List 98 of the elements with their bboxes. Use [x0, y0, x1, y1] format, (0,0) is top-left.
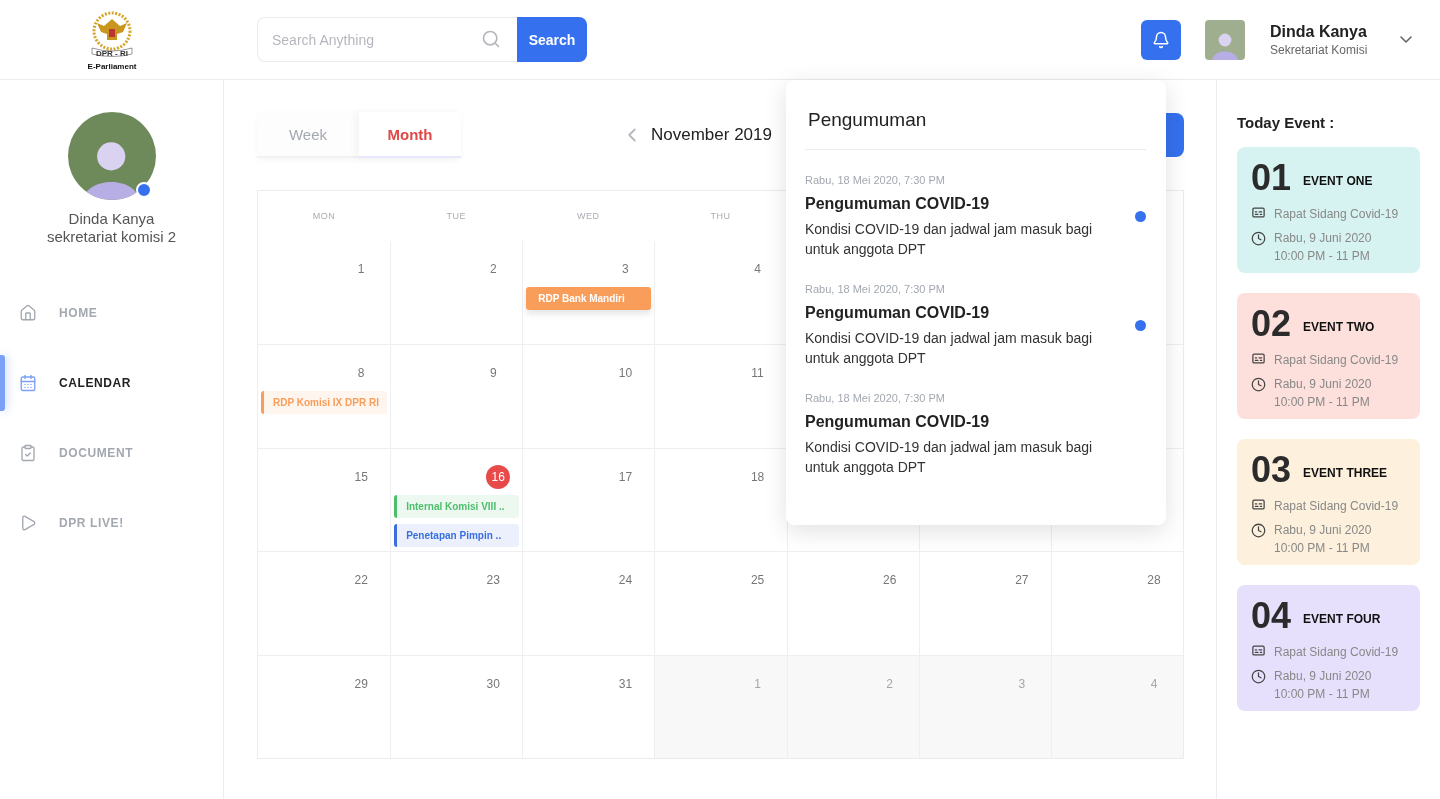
view-tab[interactable]: Week	[257, 112, 359, 158]
text-card-icon	[1251, 351, 1266, 366]
notice-body: Kondisi COVID-19 dan jadwal jam masuk bagi untuk anggota DPT	[805, 220, 1094, 259]
popup-title: Pengumuman	[805, 80, 1146, 150]
clock-icon	[1251, 669, 1266, 684]
chevron-down-icon	[1400, 36, 1412, 43]
notice-title: Pengumuman COVID-19	[805, 413, 991, 431]
date-number[interactable]: 29	[349, 671, 374, 696]
date-number[interactable]: 1	[349, 257, 374, 281]
date-number[interactable]: 23	[481, 568, 506, 593]
text-card-icon	[1251, 643, 1266, 658]
event-title: EVENT TWO	[1303, 320, 1375, 334]
event-time: 10:00 PM - 11 PM	[1274, 540, 1371, 557]
event-card[interactable]: 04 EVENT FOUR Rapat Sidang Covid-19 Rabu, 9 Juni 2020 10:00 PM - 11 PM	[1237, 585, 1420, 711]
date-number[interactable]: 10	[613, 361, 638, 386]
event-title: EVENT FOUR	[1303, 612, 1381, 626]
date-number[interactable]: 2	[481, 257, 506, 281]
notice-body: Kondisi COVID-19 dan jadwal jam masuk bagi untuk anggota DPT	[805, 438, 1094, 477]
date-number[interactable]: 31	[613, 671, 638, 696]
user-menu-button[interactable]	[1400, 36, 1412, 43]
date-number[interactable]: 3	[613, 257, 638, 281]
notice-time: Rabu, 18 Mei 2020, 7:30 PM	[805, 392, 947, 404]
event-date: Rabu, 9 Juni 2020	[1274, 668, 1372, 685]
date-number[interactable]: 9	[481, 361, 506, 386]
event-subject: Rapat Sidang Covid-19	[1274, 644, 1399, 661]
date-number[interactable]: 11	[745, 361, 770, 386]
date-number[interactable]: 4	[745, 257, 770, 281]
date-number[interactable]: 16	[486, 464, 511, 489]
event-time: 10:00 PM - 11 PM	[1274, 686, 1371, 703]
event-date: Rabu, 9 Juni 2020	[1274, 376, 1372, 393]
view-tab[interactable]: Month	[359, 112, 461, 158]
notice-time: Rabu, 18 Mei 2020, 7:30 PM	[805, 174, 947, 186]
event-subject: Rapat Sidang Covid-19	[1274, 352, 1399, 369]
weekday-label: THU	[709, 210, 732, 223]
date-number[interactable]: 25	[745, 568, 770, 593]
event-subject: Rapat Sidang Covid-19	[1274, 498, 1399, 515]
nav-item[interactable]: DPR LIVE!	[0, 495, 223, 551]
weekday-label: MON	[311, 210, 337, 223]
calendar-icon	[19, 374, 37, 392]
user-role: Sekretariat Komisi	[1270, 42, 1369, 57]
date-number[interactable]: 17	[613, 464, 638, 489]
date-number[interactable]: 1	[745, 671, 770, 696]
event-number: 01	[1251, 157, 1292, 199]
today-event-title: Today Event :	[1237, 114, 1336, 131]
event-subject: Rapat Sidang Covid-19	[1274, 206, 1399, 223]
date-number[interactable]: 24	[613, 568, 638, 593]
date-number[interactable]: 3	[1009, 671, 1034, 696]
text-card-icon	[1251, 497, 1266, 512]
notice-body: Kondisi COVID-19 dan jadwal jam masuk bagi untuk anggota DPT	[805, 329, 1094, 368]
profile-name: Dinda Kanya	[68, 210, 155, 227]
date-number[interactable]: 2	[877, 671, 902, 696]
nav-item[interactable]: DOCUMENT	[0, 425, 223, 481]
event-number: 02	[1251, 303, 1292, 345]
home-icon	[19, 304, 37, 322]
event-card[interactable]: 01 EVENT ONE Rapat Sidang Covid-19 Rabu, 9 Juni 2020 10:00 PM - 11 PM	[1237, 147, 1420, 273]
date-number[interactable]: 15	[349, 464, 374, 489]
date-number[interactable]: 27	[1009, 568, 1034, 593]
clock-icon	[1251, 523, 1266, 538]
event-title: EVENT THREE	[1303, 466, 1388, 480]
search-icon	[481, 29, 501, 49]
event-card[interactable]: 03 EVENT THREE Rapat Sidang Covid-19 Rabu, 9 Juni 2020 10:00 PM - 11 PM	[1237, 439, 1420, 565]
event-title: EVENT ONE	[1303, 174, 1373, 188]
play-icon	[19, 514, 37, 532]
date-number[interactable]: 4	[1142, 671, 1166, 696]
bell-icon	[1152, 30, 1170, 49]
notification-button[interactable]	[1141, 19, 1181, 60]
user-name: Dinda Kanya	[1270, 22, 1368, 41]
date-number[interactable]: 28	[1142, 568, 1166, 593]
event-chip[interactable]: Penetapan Pimpin ..	[394, 523, 520, 547]
nav-item[interactable]: CALENDAR	[0, 355, 223, 411]
event-number: 03	[1251, 449, 1292, 491]
event-time: 10:00 PM - 11 PM	[1274, 248, 1371, 265]
logo-text: E-Parliament	[87, 62, 137, 71]
date-number[interactable]: 8	[349, 361, 374, 386]
event-number: 04	[1251, 595, 1292, 637]
clipboard-icon	[19, 444, 37, 462]
nav-item[interactable]: HOME	[0, 285, 223, 341]
notice-time: Rabu, 18 Mei 2020, 7:30 PM	[805, 283, 947, 295]
date-number[interactable]: 22	[349, 568, 374, 593]
notice-title: Pengumuman COVID-19	[805, 195, 991, 213]
text-card-icon	[1251, 205, 1266, 220]
search-button[interactable]: Search	[517, 17, 587, 62]
event-date: Rabu, 9 Juni 2020	[1274, 522, 1372, 539]
notice-title: Pengumuman COVID-19	[805, 304, 991, 322]
weekday-label: WED	[576, 210, 601, 223]
date-number[interactable]: 30	[481, 671, 506, 696]
event-date: Rabu, 9 Juni 2020	[1274, 230, 1372, 247]
month-title: November 2019	[651, 125, 772, 145]
search-field[interactable]: Search Anything	[257, 17, 517, 62]
date-number[interactable]: 18	[745, 464, 770, 489]
event-card[interactable]: 02 EVENT TWO Rapat Sidang Covid-19 Rabu, 9 Juni 2020 10:00 PM - 11 PM	[1237, 293, 1420, 419]
user-avatar[interactable]	[1205, 19, 1245, 60]
event-time: 10:00 PM - 11 PM	[1274, 394, 1371, 411]
clock-icon	[1251, 377, 1266, 392]
profile-subtitle: sekretariat komisi 2	[46, 228, 177, 245]
clock-icon	[1251, 231, 1266, 246]
weekday-label: TUE	[445, 210, 467, 223]
date-number[interactable]: 26	[877, 568, 902, 593]
